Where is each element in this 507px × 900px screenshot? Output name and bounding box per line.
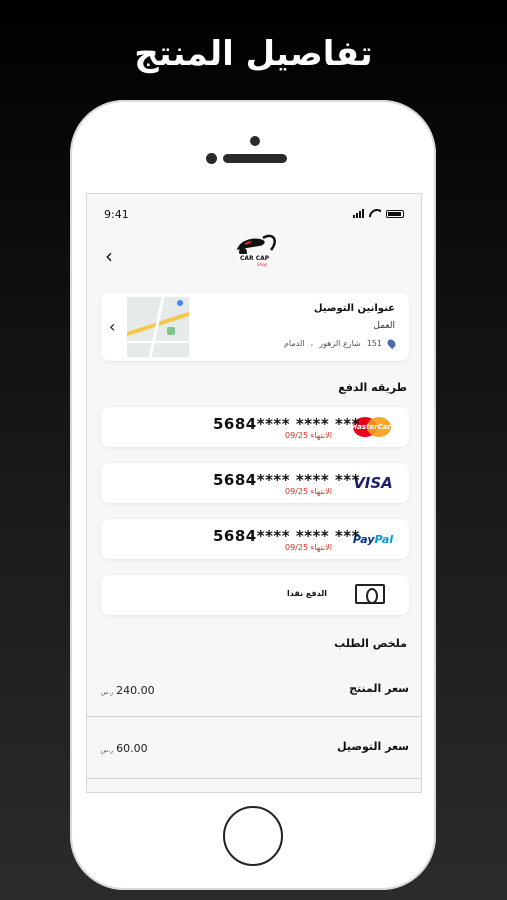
carcap-logo: CAR CAP Shop: [237, 234, 276, 267]
address-line: 151 شارع الزهور ، الدمام: [283, 337, 398, 350]
delivery-address-card[interactable]: ‹ عنوانين التوصيل العمل 151 شارع الزهور …: [101, 293, 409, 361]
address-chevron-icon[interactable]: ‹: [109, 317, 115, 336]
phone-frame: 9:41 ‹ CAR CAP Shop ‹ عنوانين التوصيل ال…: [70, 100, 436, 890]
wifi-icon: [369, 209, 381, 218]
cash-label: الدفع نقدا: [287, 589, 327, 598]
summary-amount: 240.00: [116, 684, 155, 697]
signal-icon: [353, 209, 364, 218]
payment-cash-option[interactable]: الدفع نقدا: [101, 575, 409, 615]
summary-amount: 60.00: [116, 742, 148, 755]
currency-label: ر.س: [101, 689, 114, 696]
card-expiry: الانتهاء 09/25: [285, 431, 332, 440]
battery-icon: [386, 210, 404, 218]
svg-text:Shop: Shop: [257, 262, 268, 267]
address-title: عنوانين التوصيل: [313, 303, 395, 314]
card-expiry: الانتهاء 09/25: [285, 487, 332, 496]
summary-divider: [87, 716, 421, 717]
back-chevron-icon[interactable]: ‹: [105, 246, 113, 266]
sensor-dot: [206, 153, 217, 164]
summary-label: سعر التوصيل: [337, 740, 409, 753]
front-camera: [250, 136, 260, 146]
status-bar: 9:41: [87, 208, 421, 222]
payment-card-visa[interactable]: VISA 5684**** **** *** الانتهاء 09/25: [101, 463, 409, 503]
page-headline: تفاصيل المنتج: [134, 34, 373, 74]
payment-card-mastercard[interactable]: MasterCard 5684**** **** *** الانتهاء 09…: [101, 407, 409, 447]
status-icons: [353, 209, 404, 218]
home-button[interactable]: [223, 806, 283, 866]
location-pin-icon: [385, 337, 398, 350]
cash-icon: [355, 584, 385, 604]
summary-row-delivery-price: سعر التوصيل ر.س 60.00: [87, 730, 421, 766]
svg-text:CAR CAP: CAR CAP: [240, 255, 270, 262]
address-street: شارع الزهور: [319, 339, 361, 348]
summary-divider: [87, 778, 421, 779]
address-label: العمل: [373, 321, 395, 331]
summary-value: ر.س 240.00: [101, 684, 155, 697]
payment-method-title: طريقه الدفع: [338, 381, 407, 394]
order-summary-title: ملخص الطلب: [334, 637, 407, 650]
address-separator: ،: [310, 339, 314, 348]
card-expiry: الانتهاء 09/25: [285, 543, 332, 552]
summary-value: ر.س 60.00: [101, 742, 148, 755]
address-number: 151: [366, 339, 382, 348]
status-time: 9:41: [104, 208, 129, 221]
address-city: الدمام: [283, 339, 305, 348]
map-thumbnail: [127, 297, 189, 357]
summary-label: سعر المنتج: [349, 682, 409, 695]
app-screen: 9:41 ‹ CAR CAP Shop ‹ عنوانين التوصيل ال…: [86, 193, 422, 793]
summary-row-product-price: سعر المنتج ر.س 240.00: [87, 672, 421, 708]
payment-card-paypal[interactable]: PayPal 5684**** **** *** الانتهاء 09/25: [101, 519, 409, 559]
currency-label: ر.س: [101, 747, 114, 754]
earpiece-speaker: [223, 154, 287, 163]
